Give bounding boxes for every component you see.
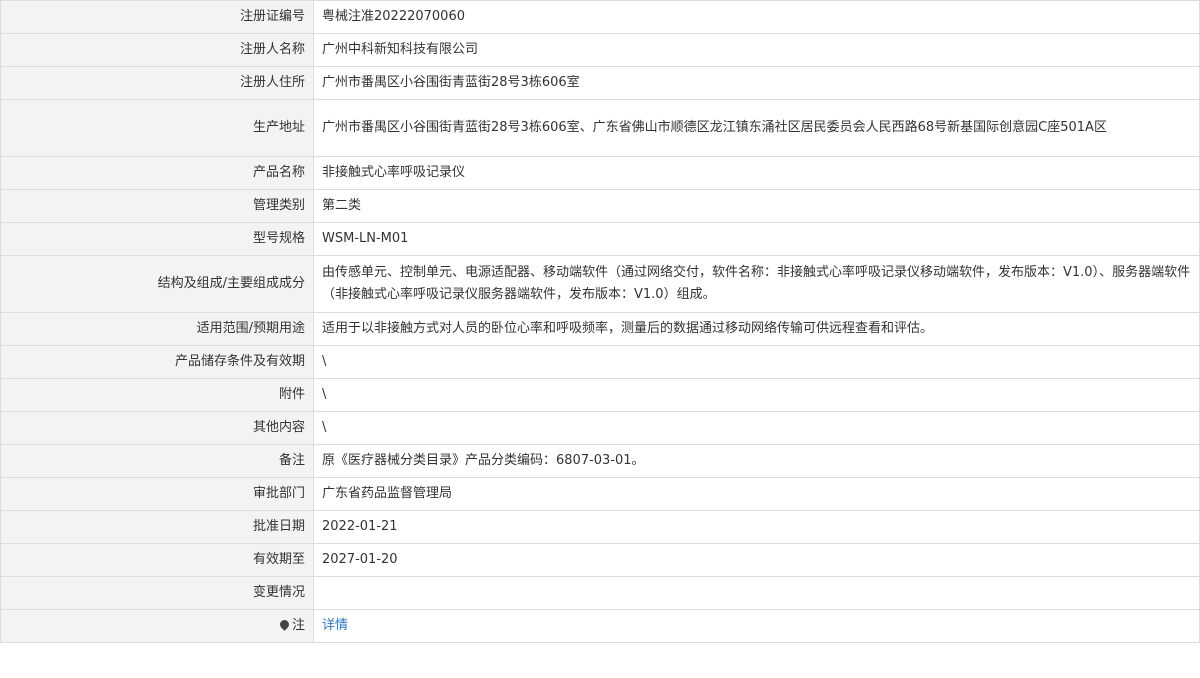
row-structure-composition: 结构及组成/主要组成成分 由传感单元、控制单元、电源适配器、移动端软件（通过网络… xyxy=(0,255,1200,313)
row-value: 详情 xyxy=(313,609,1200,643)
details-link[interactable]: 详情 xyxy=(322,618,348,633)
row-label: 注 xyxy=(0,609,314,643)
row-label: 适用范围/预期用途 xyxy=(0,312,314,346)
row-value: 广州市番禺区小谷围街青蓝街28号3栋606室、广东省佛山市顺德区龙江镇东涌社区居… xyxy=(313,99,1200,157)
row-remarks: 备注 原《医疗器械分类目录》产品分类编码：6807-03-01。 xyxy=(0,444,1200,478)
row-value: 广州中科新知科技有限公司 xyxy=(313,33,1200,67)
row-model-spec: 型号规格 WSM-LN-M01 xyxy=(0,222,1200,256)
row-production-address: 生产地址 广州市番禺区小谷围街青蓝街28号3栋606室、广东省佛山市顺德区龙江镇… xyxy=(0,99,1200,157)
row-value: 适用于以非接触方式对人员的卧位心率和呼吸频率，测量后的数据通过移动网络传输可供远… xyxy=(313,312,1200,346)
row-label: 备注 xyxy=(0,444,314,478)
row-label: 变更情况 xyxy=(0,576,314,610)
row-value: 广州市番禺区小谷围街青蓝街28号3栋606室 xyxy=(313,66,1200,100)
row-management-class: 管理类别 第二类 xyxy=(0,189,1200,223)
row-product-name: 产品名称 非接触式心率呼吸记录仪 xyxy=(0,156,1200,190)
map-pin-icon xyxy=(278,618,291,631)
row-value: 由传感单元、控制单元、电源适配器、移动端软件（通过网络交付，软件名称：非接触式心… xyxy=(313,255,1200,313)
row-label: 有效期至 xyxy=(0,543,314,577)
row-registration-number: 注册证编号 粤械注准20222070060 xyxy=(0,0,1200,34)
row-value: \ xyxy=(313,378,1200,412)
row-value: 第二类 xyxy=(313,189,1200,223)
row-label: 产品名称 xyxy=(0,156,314,190)
registration-info-table: 注册证编号 粤械注准20222070060 注册人名称 广州中科新知科技有限公司… xyxy=(0,0,1200,643)
row-label: 注册人名称 xyxy=(0,33,314,67)
row-note: 注 详情 xyxy=(0,609,1200,643)
row-value: \ xyxy=(313,345,1200,379)
row-label: 产品储存条件及有效期 xyxy=(0,345,314,379)
row-label: 注册证编号 xyxy=(0,0,314,34)
row-value: 2027-01-20 xyxy=(313,543,1200,577)
row-label: 其他内容 xyxy=(0,411,314,445)
row-valid-until: 有效期至 2027-01-20 xyxy=(0,543,1200,577)
row-value: 非接触式心率呼吸记录仪 xyxy=(313,156,1200,190)
row-value: 2022-01-21 xyxy=(313,510,1200,544)
row-other-content: 其他内容 \ xyxy=(0,411,1200,445)
row-approval-date: 批准日期 2022-01-21 xyxy=(0,510,1200,544)
note-label-text: 注 xyxy=(291,618,305,633)
row-value: 广东省药品监督管理局 xyxy=(313,477,1200,511)
row-value: \ xyxy=(313,411,1200,445)
row-label: 附件 xyxy=(0,378,314,412)
row-storage-validity: 产品储存条件及有效期 \ xyxy=(0,345,1200,379)
row-change-status: 变更情况 xyxy=(0,576,1200,610)
row-label: 管理类别 xyxy=(0,189,314,223)
row-label: 结构及组成/主要组成成分 xyxy=(0,255,314,313)
row-approval-department: 审批部门 广东省药品监督管理局 xyxy=(0,477,1200,511)
row-label: 批准日期 xyxy=(0,510,314,544)
row-value: 原《医疗器械分类目录》产品分类编码：6807-03-01。 xyxy=(313,444,1200,478)
row-intended-use: 适用范围/预期用途 适用于以非接触方式对人员的卧位心率和呼吸频率，测量后的数据通… xyxy=(0,312,1200,346)
row-value: WSM-LN-M01 xyxy=(313,222,1200,256)
row-value: 粤械注准20222070060 xyxy=(313,0,1200,34)
row-value xyxy=(313,576,1200,610)
row-registrant-address: 注册人住所 广州市番禺区小谷围街青蓝街28号3栋606室 xyxy=(0,66,1200,100)
row-accessories: 附件 \ xyxy=(0,378,1200,412)
row-label: 注册人住所 xyxy=(0,66,314,100)
row-label: 审批部门 xyxy=(0,477,314,511)
row-registrant-name: 注册人名称 广州中科新知科技有限公司 xyxy=(0,33,1200,67)
row-label: 生产地址 xyxy=(0,99,314,157)
row-label: 型号规格 xyxy=(0,222,314,256)
